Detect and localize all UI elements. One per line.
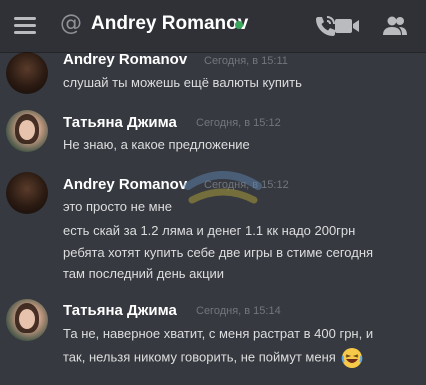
message-timestamp: Сегодня, в 15:12 xyxy=(196,117,281,129)
message-timestamp: Сегодня, в 15:11 xyxy=(204,55,288,67)
laughing-emoji-icon xyxy=(342,348,363,368)
message-text: Та не, наверное хватит, с меня растрат в… xyxy=(63,326,374,341)
message-text: так, нельзя никому говорить, не поймут м… xyxy=(63,349,336,365)
menu-icon[interactable] xyxy=(14,17,36,35)
at-icon: @ xyxy=(60,11,82,36)
video-call-icon[interactable] xyxy=(333,13,361,39)
message-text: там последний день акции xyxy=(63,266,225,281)
message-author[interactable]: Andrey Romanov xyxy=(63,176,187,193)
message-author[interactable]: Andrey Romanov xyxy=(63,51,187,68)
avatar[interactable] xyxy=(6,110,48,152)
avatar[interactable] xyxy=(6,52,48,94)
dm-title: Andrey Romanov xyxy=(91,13,249,34)
message-author[interactable]: Татьяна Джима xyxy=(63,302,177,319)
message-text: есть скай за 1.2 ляма и денег 1.1 кк над… xyxy=(63,223,356,238)
avatar[interactable] xyxy=(6,299,48,341)
message-timestamp: Сегодня, в 15:14 xyxy=(196,305,281,317)
message-text: слушай ты можешь ещё валюты купить xyxy=(63,75,302,90)
avatar[interactable] xyxy=(6,172,48,214)
online-status-icon xyxy=(235,21,243,29)
message-text-line: так, нельзя никому говорить, не поймут м… xyxy=(63,347,363,369)
channel-header: @ Andrey Romanov xyxy=(0,0,426,52)
message-text: Не знаю, а какое предложение xyxy=(63,137,250,152)
message-text: это просто не мне xyxy=(63,199,173,214)
watermark-logo xyxy=(184,171,262,204)
message-author[interactable]: Татьяна Джима xyxy=(63,114,177,131)
message-text: ребята хотят купить себе две игры в стим… xyxy=(63,245,374,260)
members-icon[interactable] xyxy=(381,13,409,39)
